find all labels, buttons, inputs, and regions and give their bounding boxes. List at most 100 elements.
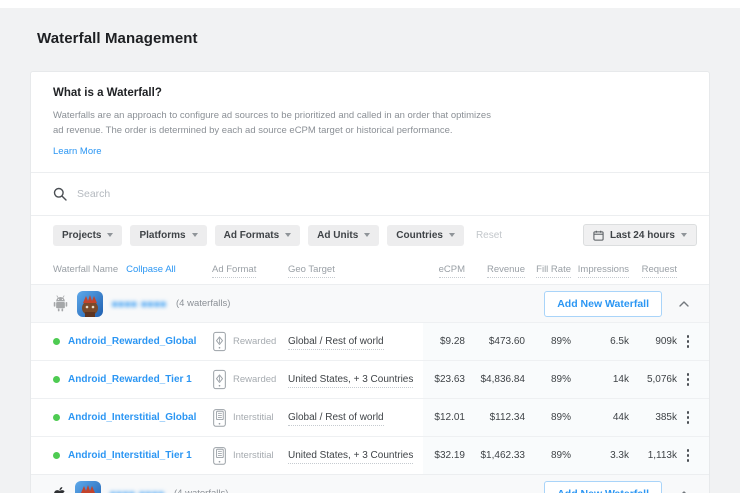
interstitial-icon (212, 445, 227, 466)
waterfall-name-link[interactable]: Android_Interstitial_Global (68, 412, 196, 423)
apple-icon (53, 486, 66, 493)
rewarded-icon (212, 369, 227, 390)
filter-ad-formats[interactable]: Ad Formats (215, 225, 301, 246)
status-dot (53, 338, 60, 345)
date-range-label: Last 24 hours (610, 230, 675, 241)
add-new-waterfall-button[interactable]: Add New Waterfall (544, 291, 662, 317)
app-group: ■■■■ ■■■■ (4 waterfalls) Add New Waterfa… (31, 284, 709, 474)
request-value: 5,076k (629, 374, 677, 385)
waterfall-card: What is a Waterfall? Waterfalls are an a… (30, 71, 710, 493)
table-header: Waterfall Name Collpase All Ad Format Ge… (31, 254, 709, 284)
info-heading: What is a Waterfall? (53, 87, 687, 99)
rewarded-icon (212, 331, 227, 352)
filter-countries-label: Countries (396, 230, 443, 241)
fill-rate-value: 89% (525, 374, 571, 385)
app-group-header: ■■■■ ■■■■ (4 waterfalls) Add New Waterfa… (31, 284, 709, 322)
app-group: ■■■■ ■■■■ (4 waterfalls) Add New Waterfa… (31, 474, 709, 493)
impressions-value: 14k (571, 374, 629, 385)
col-request[interactable]: Request (642, 264, 677, 278)
ecpm-value: $23.63 (421, 374, 465, 385)
search-icon (53, 187, 67, 201)
row-menu-button[interactable] (677, 407, 699, 428)
app-icon (77, 291, 103, 317)
top-strip (0, 0, 740, 8)
waterfall-count: (4 waterfalls) (174, 488, 228, 493)
status-dot (53, 376, 60, 383)
impressions-value: 44k (571, 412, 629, 423)
search-bar (31, 173, 709, 215)
row-menu-button[interactable] (677, 331, 699, 352)
chevron-down-icon (192, 233, 198, 237)
waterfall-row: Android_Rewarded_Global Rewarded Global … (31, 322, 709, 360)
page-title: Waterfall Management (37, 30, 740, 47)
interstitial-icon (212, 407, 227, 428)
geo-target-value[interactable]: Global / Rest of world (288, 412, 384, 426)
waterfall-groups: ■■■■ ■■■■ (4 waterfalls) Add New Waterfa… (31, 284, 709, 493)
revenue-value: $473.60 (465, 336, 525, 347)
fill-rate-value: 89% (525, 450, 571, 461)
chevron-down-icon (364, 233, 370, 237)
android-icon (53, 295, 68, 312)
row-menu-button[interactable] (677, 445, 699, 466)
waterfall-name-link[interactable]: Android_Rewarded_Global (68, 336, 196, 347)
chevron-up-icon (679, 301, 689, 307)
geo-target-value[interactable]: Global / Rest of world (288, 336, 384, 350)
request-value: 385k (629, 412, 677, 423)
filter-projects-label: Projects (62, 230, 101, 241)
filter-bar: Projects Platforms Ad Formats Ad Units C… (31, 216, 709, 254)
add-new-waterfall-button[interactable]: Add New Waterfall (544, 481, 662, 493)
search-input[interactable] (77, 188, 687, 200)
info-section: What is a Waterfall? Waterfalls are an a… (31, 72, 709, 172)
waterfall-row: Android_Interstitial_Global Interstitial… (31, 398, 709, 436)
learn-more-link[interactable]: Learn More (53, 146, 102, 157)
filter-platforms-label: Platforms (139, 230, 185, 241)
waterfall-row: Android_Rewarded_Tier 1 Rewarded United … (31, 360, 709, 398)
col-fill-rate[interactable]: Fill Rate (536, 264, 571, 278)
reset-filters-button[interactable]: Reset (476, 230, 502, 241)
ecpm-value: $32.19 (421, 450, 465, 461)
waterfall-row: Android_Interstitial_Tier 1 Interstitial… (31, 436, 709, 474)
waterfall-count: (4 waterfalls) (176, 298, 230, 309)
waterfall-name-link[interactable]: Android_Rewarded_Tier 1 (68, 374, 192, 385)
col-ad-format[interactable]: Ad Format (212, 264, 256, 278)
fill-rate-value: 89% (525, 412, 571, 423)
request-value: 909k (629, 336, 677, 347)
filter-ad-units-label: Ad Units (317, 230, 358, 241)
collapse-group-button[interactable] (671, 301, 697, 307)
app-group-header: ■■■■ ■■■■ (4 waterfalls) Add New Waterfa… (31, 474, 709, 493)
impressions-value: 6.5k (571, 336, 629, 347)
col-geo-target[interactable]: Geo Target (288, 264, 335, 278)
col-ecpm[interactable]: eCPM (439, 264, 465, 278)
filter-projects[interactable]: Projects (53, 225, 122, 246)
filter-ad-units[interactable]: Ad Units (308, 225, 379, 246)
ecpm-value: $12.01 (421, 412, 465, 423)
waterfall-name-link[interactable]: Android_Interstitial_Tier 1 (68, 450, 192, 461)
geo-target-value[interactable]: United States, + 3 Countries (288, 374, 413, 388)
chevron-down-icon (285, 233, 291, 237)
ad-format-label: Rewarded (233, 336, 276, 347)
col-revenue[interactable]: Revenue (487, 264, 525, 278)
collapse-all-link[interactable]: Collpase All (126, 264, 176, 275)
chevron-down-icon (681, 233, 687, 237)
ad-format-label: Interstitial (233, 412, 274, 423)
calendar-icon (593, 230, 604, 241)
geo-target-value[interactable]: United States, + 3 Countries (288, 450, 413, 464)
col-waterfall-name: Waterfall Name (53, 264, 118, 275)
chevron-down-icon (449, 233, 455, 237)
status-dot (53, 452, 60, 459)
impressions-value: 3.3k (571, 450, 629, 461)
revenue-value: $4,836.84 (465, 374, 525, 385)
date-range-selector[interactable]: Last 24 hours (583, 224, 697, 246)
ad-format-label: Rewarded (233, 374, 276, 385)
filter-ad-formats-label: Ad Formats (224, 230, 280, 241)
ad-format-label: Interstitial (233, 450, 274, 461)
row-menu-button[interactable] (677, 369, 699, 390)
info-description: Waterfalls are an approach to configure … (53, 108, 495, 138)
fill-rate-value: 89% (525, 336, 571, 347)
app-name-redacted: ■■■■ ■■■■ (110, 489, 165, 493)
col-impressions[interactable]: Impressions (578, 264, 629, 278)
filter-countries[interactable]: Countries (387, 225, 464, 246)
filter-platforms[interactable]: Platforms (130, 225, 206, 246)
ecpm-value: $9.28 (421, 336, 465, 347)
group-rows: Android_Rewarded_Global Rewarded Global … (31, 322, 709, 474)
